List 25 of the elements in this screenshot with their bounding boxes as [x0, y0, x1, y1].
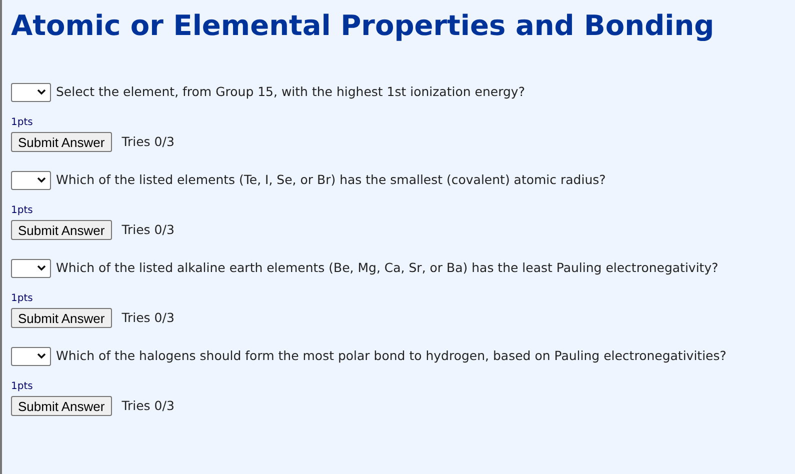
tries-counter: Tries 0/3 — [122, 220, 174, 239]
submit-answer-button[interactable]: Submit Answer — [11, 396, 112, 416]
chevron-down-icon — [37, 265, 46, 271]
chevron-down-icon — [37, 177, 46, 183]
submit-answer-button[interactable]: Submit Answer — [11, 308, 112, 328]
points-label: 1pts — [11, 116, 34, 130]
tries-counter: Tries 0/3 — [122, 132, 174, 151]
tries-counter: Tries 0/3 — [122, 396, 174, 415]
points-label: 1pts — [11, 204, 34, 218]
submit-answer-button[interactable]: Submit Answer — [11, 132, 112, 152]
submit-answer-button[interactable]: Submit Answer — [11, 220, 112, 240]
chevron-down-icon — [37, 89, 46, 95]
answer-dropdown[interactable] — [11, 258, 51, 278]
question-text: Which of the listed alkaline earth elements (Be, Mg, Ca, Sr, or Ba) has the least Pauling electronegativity? — [56, 258, 718, 277]
question-text: Select the element, from Group 15, with the highest 1st ionization energy? — [56, 82, 525, 101]
answer-dropdown[interactable] — [11, 82, 51, 102]
chevron-down-icon — [37, 353, 46, 359]
tries-counter: Tries 0/3 — [122, 308, 174, 327]
answer-dropdown[interactable] — [11, 346, 51, 366]
points-label: 1pts — [11, 380, 34, 394]
page-title: Atomic or Elemental Properties and Bonding — [11, 8, 716, 44]
answer-dropdown[interactable] — [11, 170, 51, 190]
question-text: Which of the halogens should form the most polar bond to hydrogen, based on Pauling electronegativities? — [56, 346, 726, 365]
points-label: 1pts — [11, 292, 34, 306]
question-text: Which of the listed elements (Te, I, Se, or Br) has the smallest (covalent) atomic radius? — [56, 170, 606, 189]
